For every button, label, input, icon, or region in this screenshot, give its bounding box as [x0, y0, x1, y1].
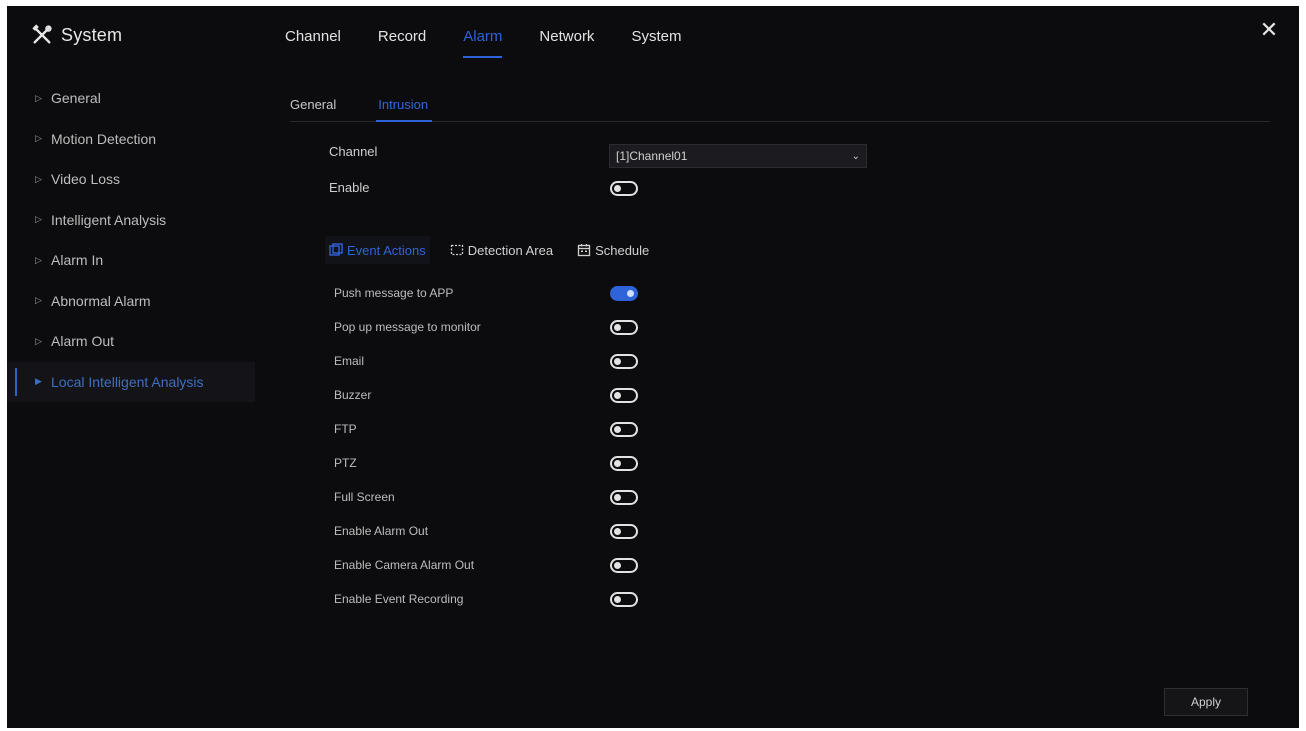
action-label-push-app: Push message to APP: [334, 286, 454, 300]
ftp-toggle[interactable]: [610, 422, 638, 437]
tab-schedule-label: Schedule: [595, 242, 650, 258]
event-recording-toggle[interactable]: [610, 592, 638, 607]
detection-area-icon: [450, 244, 463, 256]
sidebar-item-alarm-in[interactable]: ▷ Alarm In: [7, 240, 255, 281]
triangle-right-icon: ▷: [35, 214, 42, 225]
alarm-out-toggle[interactable]: [610, 524, 638, 539]
event-actions-icon: [329, 243, 343, 256]
action-label-buzzer: Buzzer: [334, 388, 372, 402]
calendar-icon: [577, 244, 591, 257]
action-label-popup-monitor: Pop up message to monitor: [334, 320, 481, 334]
action-label-full-screen: Full Screen: [334, 490, 395, 504]
tab-detection-area-label: Detection Area: [467, 242, 554, 258]
sidebar-item-label: Abnormal Alarm: [51, 292, 151, 309]
tab-schedule[interactable]: Schedule: [573, 236, 653, 264]
sidebar-item-local-intelligent-analysis[interactable]: ▶ Local Intelligent Analysis: [7, 361, 255, 402]
sidebar-item-label: Local Intelligent Analysis: [51, 373, 204, 390]
triangle-right-icon: ▷: [35, 133, 42, 144]
enable-toggle[interactable]: [610, 181, 638, 196]
sidebar-item-label: Intelligent Analysis: [51, 211, 167, 228]
tools-icon: [32, 24, 52, 44]
tab-event-actions-label: Event Actions: [347, 242, 426, 258]
tab-network[interactable]: Network: [536, 20, 612, 52]
enable-row: Enable: [329, 180, 609, 195]
sidebar-item-intelligent-analysis[interactable]: ▷ Intelligent Analysis: [7, 200, 255, 241]
action-label-ftp: FTP: [334, 422, 357, 436]
subtab-general[interactable]: General: [290, 97, 336, 112]
tab-system[interactable]: System: [628, 20, 699, 52]
sidebar-item-label: Motion Detection: [51, 130, 157, 147]
triangle-right-icon: ▷: [35, 295, 42, 306]
sidebar-item-label: Alarm Out: [51, 333, 115, 350]
triangle-right-icon: ▷: [35, 173, 42, 184]
brand: System: [31, 20, 122, 50]
email-toggle[interactable]: [610, 354, 638, 369]
apply-button[interactable]: Apply: [1164, 688, 1248, 716]
sidebar-menu: ▷ General ▷ Motion Detection ▷ Video Loss ▷…: [7, 78, 255, 402]
enable-label: Enable: [329, 180, 370, 195]
channel-select-value: [1]Channel01: [616, 149, 688, 163]
sidebar: System ▷ General ▷ Motion Detection ▷ Video…: [7, 6, 255, 728]
tab-detection-area[interactable]: Detection Area: [446, 236, 557, 264]
settings-window: System ▷ General ▷ Motion Detection ▷ Video…: [7, 6, 1299, 728]
triangle-right-icon: ▷: [35, 254, 42, 265]
channel-select[interactable]: [1]Channel01 ⌄: [609, 144, 867, 168]
subtab-intrusion[interactable]: Intrusion: [376, 97, 432, 122]
sidebar-item-abnormal-alarm[interactable]: ▷ Abnormal Alarm: [7, 281, 255, 322]
popup-monitor-toggle[interactable]: [610, 320, 638, 335]
close-icon[interactable]: ✕: [1259, 19, 1279, 41]
triangle-right-icon: ▷: [35, 335, 42, 346]
sub-tabs: General Intrusion: [290, 88, 1270, 122]
sidebar-item-general[interactable]: ▷ General: [7, 78, 255, 119]
sidebar-item-alarm-out[interactable]: ▷ Alarm Out: [7, 321, 255, 362]
tab-record[interactable]: Record: [375, 20, 444, 52]
action-label-ptz: PTZ: [334, 456, 357, 470]
tab-channel[interactable]: Channel: [282, 20, 359, 52]
top-navigation: Channel Record Alarm Network System: [282, 20, 715, 58]
tab-event-actions[interactable]: Event Actions: [325, 236, 430, 264]
triangle-right-filled-icon: ▶: [35, 376, 42, 387]
sidebar-item-label: General: [51, 90, 101, 107]
action-label-alarm-out: Enable Alarm Out: [334, 524, 429, 538]
action-label-camera-alarm-out: Enable Camera Alarm Out: [334, 558, 475, 572]
action-label-event-recording: Enable Event Recording: [334, 592, 464, 606]
camera-alarm-out-toggle[interactable]: [610, 558, 638, 573]
ptz-toggle[interactable]: [610, 456, 638, 471]
chevron-down-icon: ⌄: [851, 150, 860, 162]
channel-label: Channel: [329, 144, 378, 159]
sidebar-item-motion-detection[interactable]: ▷ Motion Detection: [7, 119, 255, 160]
sidebar-item-video-loss[interactable]: ▷ Video Loss: [7, 159, 255, 200]
section-tabs: Event Actions Detection Area Schedule: [325, 236, 669, 264]
sidebar-item-label: Video Loss: [51, 171, 121, 188]
tab-alarm[interactable]: Alarm: [460, 20, 520, 58]
buzzer-toggle[interactable]: [610, 388, 638, 403]
full-screen-toggle[interactable]: [610, 490, 638, 505]
channel-row: Channel: [329, 144, 609, 159]
push-app-toggle[interactable]: [610, 286, 638, 301]
triangle-right-icon: ▷: [35, 92, 42, 103]
action-label-email: Email: [334, 354, 365, 368]
sidebar-item-label: Alarm In: [51, 252, 104, 269]
window-title: System: [61, 24, 123, 45]
